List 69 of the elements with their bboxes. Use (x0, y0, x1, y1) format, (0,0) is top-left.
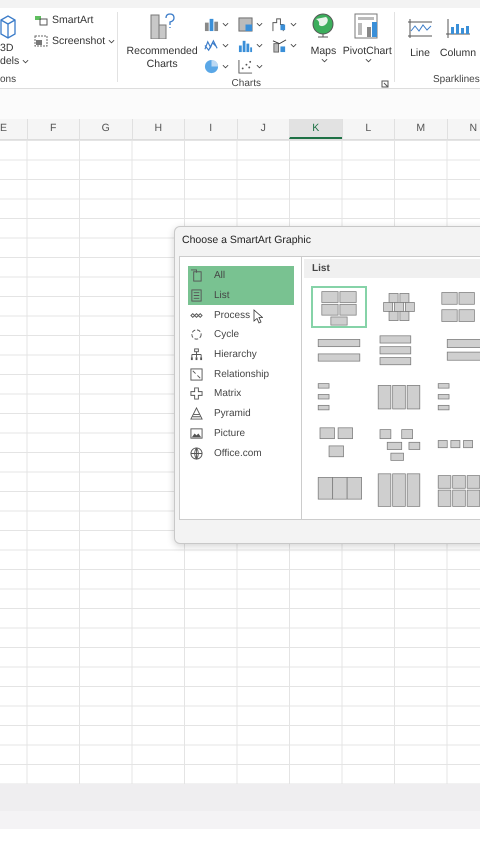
caret-icon (290, 22, 298, 26)
column-header[interactable]: K (289, 119, 342, 139)
dialog-launcher-icon[interactable] (381, 80, 389, 88)
dialog-title: Choose a SmartArt Graphic (181, 233, 312, 248)
caret-icon (256, 22, 264, 26)
column-header[interactable]: F (26, 119, 79, 139)
globe-icon (190, 446, 203, 460)
column-header[interactable]: H (132, 119, 184, 139)
image-icon (190, 426, 203, 440)
category-item[interactable]: Picture (188, 424, 294, 444)
caret-icon (365, 58, 372, 63)
globe-icon (310, 13, 336, 39)
screenshot-icon (34, 35, 48, 47)
layout-icon (190, 269, 203, 282)
caret-icon (108, 38, 116, 44)
column-header[interactable]: E (0, 119, 26, 139)
caret-icon (222, 42, 230, 48)
pivotchart-icon (354, 13, 380, 39)
mouse-pointer-icon (253, 309, 263, 324)
hierarchy-icon (190, 348, 203, 362)
caret-icon (290, 42, 298, 48)
group-label: Charts (232, 78, 261, 91)
pivotchart-button[interactable]: PivotChart (340, 13, 394, 78)
category-item[interactable]: Hierarchy (188, 344, 294, 364)
category-item[interactable]: Matrix (188, 384, 294, 404)
column-header[interactable]: G (79, 119, 132, 139)
line-sparkline-icon (407, 17, 433, 39)
category-item[interactable]: Process (188, 305, 294, 326)
treemap-chart-icon (238, 16, 254, 32)
smartart-button[interactable]: SmartArt (34, 14, 116, 26)
category-item[interactable]: Relationship (188, 364, 294, 384)
line-sparkline-button[interactable]: Line (405, 17, 435, 60)
caret-icon (222, 64, 230, 68)
pane-header: List (304, 259, 480, 278)
screenshot-button[interactable]: Screenshot (34, 35, 116, 47)
column-chart-icon (204, 16, 220, 32)
waterfall-chart-icon (272, 16, 288, 32)
column-header[interactable]: I (184, 119, 236, 139)
caret-icon (222, 22, 230, 26)
column-header[interactable]: L (342, 119, 394, 139)
recommended-charts-icon (149, 13, 176, 39)
column-header[interactable]: N (446, 119, 480, 139)
pie-chart-icon (204, 58, 220, 74)
maps-button[interactable]: Maps (306, 13, 341, 78)
column-header[interactable]: M (394, 119, 446, 139)
line-chart-icon (204, 38, 220, 52)
caret-icon (22, 59, 30, 64)
cube-icon (0, 14, 16, 40)
caret-icon (256, 64, 264, 68)
cycle-icon (190, 328, 203, 342)
pyramid-icon (190, 407, 203, 420)
combo-chart-icon (272, 38, 288, 52)
list-icon (190, 289, 203, 302)
caret-icon (321, 58, 328, 63)
group-label: ons (0, 74, 18, 87)
layout-thumbnail[interactable] (311, 286, 367, 328)
group-label: Sparklines (432, 74, 480, 87)
recommended-charts-button[interactable]: Recommended Charts (118, 13, 200, 78)
category-item[interactable]: All (188, 266, 294, 286)
caret-icon (256, 42, 264, 48)
category-item[interactable]: Cycle (188, 325, 294, 345)
column-sparkline-icon (445, 17, 471, 39)
cross-icon (190, 387, 203, 400)
smartart-icon (34, 14, 48, 26)
category-item[interactable]: Pyramid (188, 404, 294, 424)
3d-models-button[interactable]: 3D dels (0, 8, 32, 68)
scatter-chart-icon (238, 58, 254, 74)
category-item[interactable]: List (188, 286, 294, 306)
category-item[interactable]: Office.com (188, 443, 294, 463)
